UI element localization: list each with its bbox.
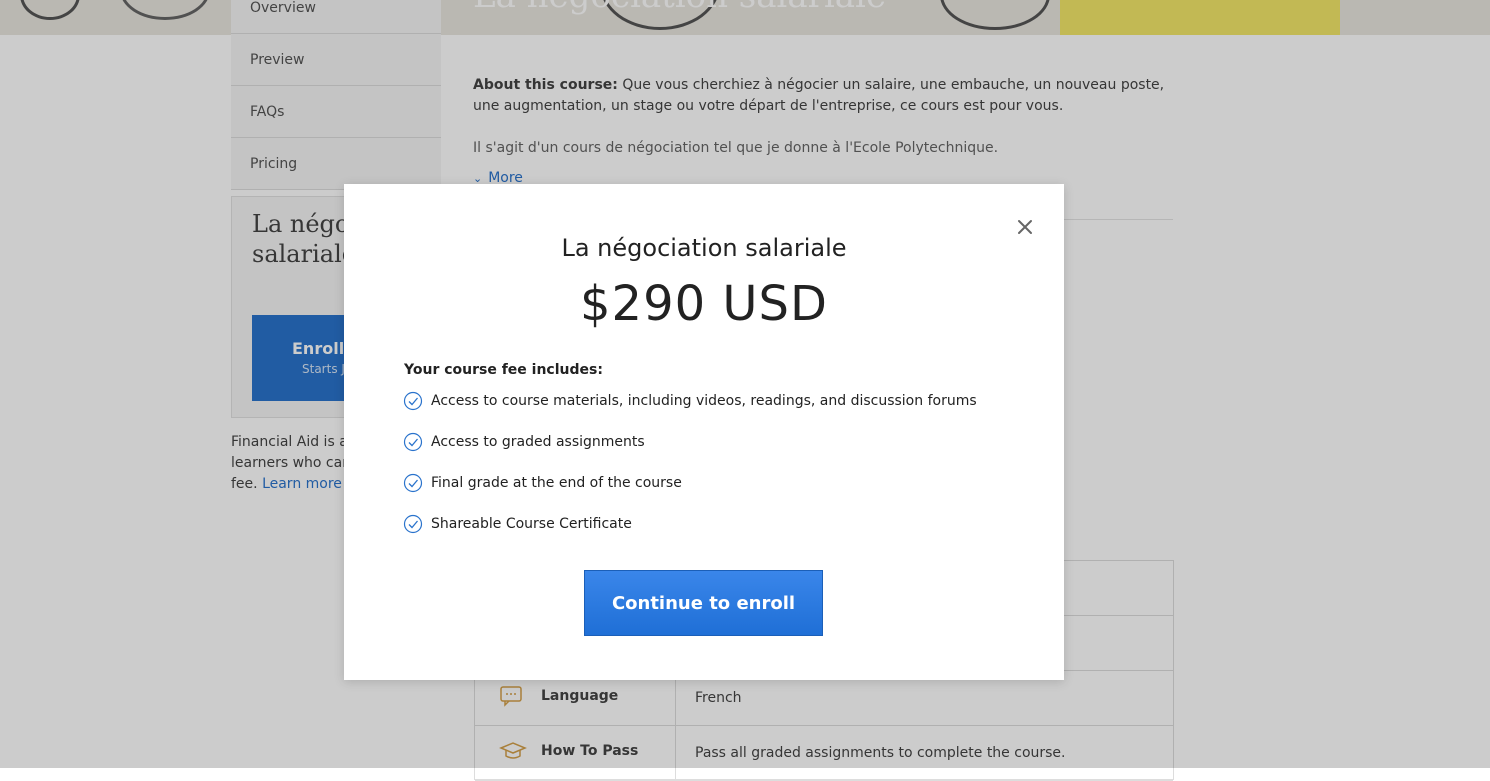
check-circle-icon — [403, 432, 423, 452]
check-circle-icon — [403, 514, 423, 534]
modal-title: La négociation salariale — [561, 234, 847, 262]
feature-text: Access to graded assignments — [431, 434, 645, 450]
check-circle-icon — [403, 391, 423, 411]
feature-list: Access to course materials, including vi… — [403, 390, 1023, 554]
feature-item: Final grade at the end of the course — [403, 472, 1023, 513]
check-circle-icon — [403, 473, 423, 493]
course-price: $290 USD — [580, 276, 828, 332]
feature-text: Access to course materials, including vi… — [431, 393, 977, 409]
feature-text: Final grade at the end of the course — [431, 475, 682, 491]
feature-item: Shareable Course Certificate — [403, 513, 1023, 554]
feature-item: Access to graded assignments — [403, 431, 1023, 472]
feature-item: Access to course materials, including vi… — [403, 390, 1023, 431]
feature-text: Shareable Course Certificate — [431, 516, 632, 532]
enroll-modal: La négociation salariale $290 USD Your c… — [344, 184, 1064, 680]
includes-heading: Your course fee includes: — [404, 362, 603, 378]
continue-to-enroll-button[interactable]: Continue to enroll — [584, 570, 823, 636]
